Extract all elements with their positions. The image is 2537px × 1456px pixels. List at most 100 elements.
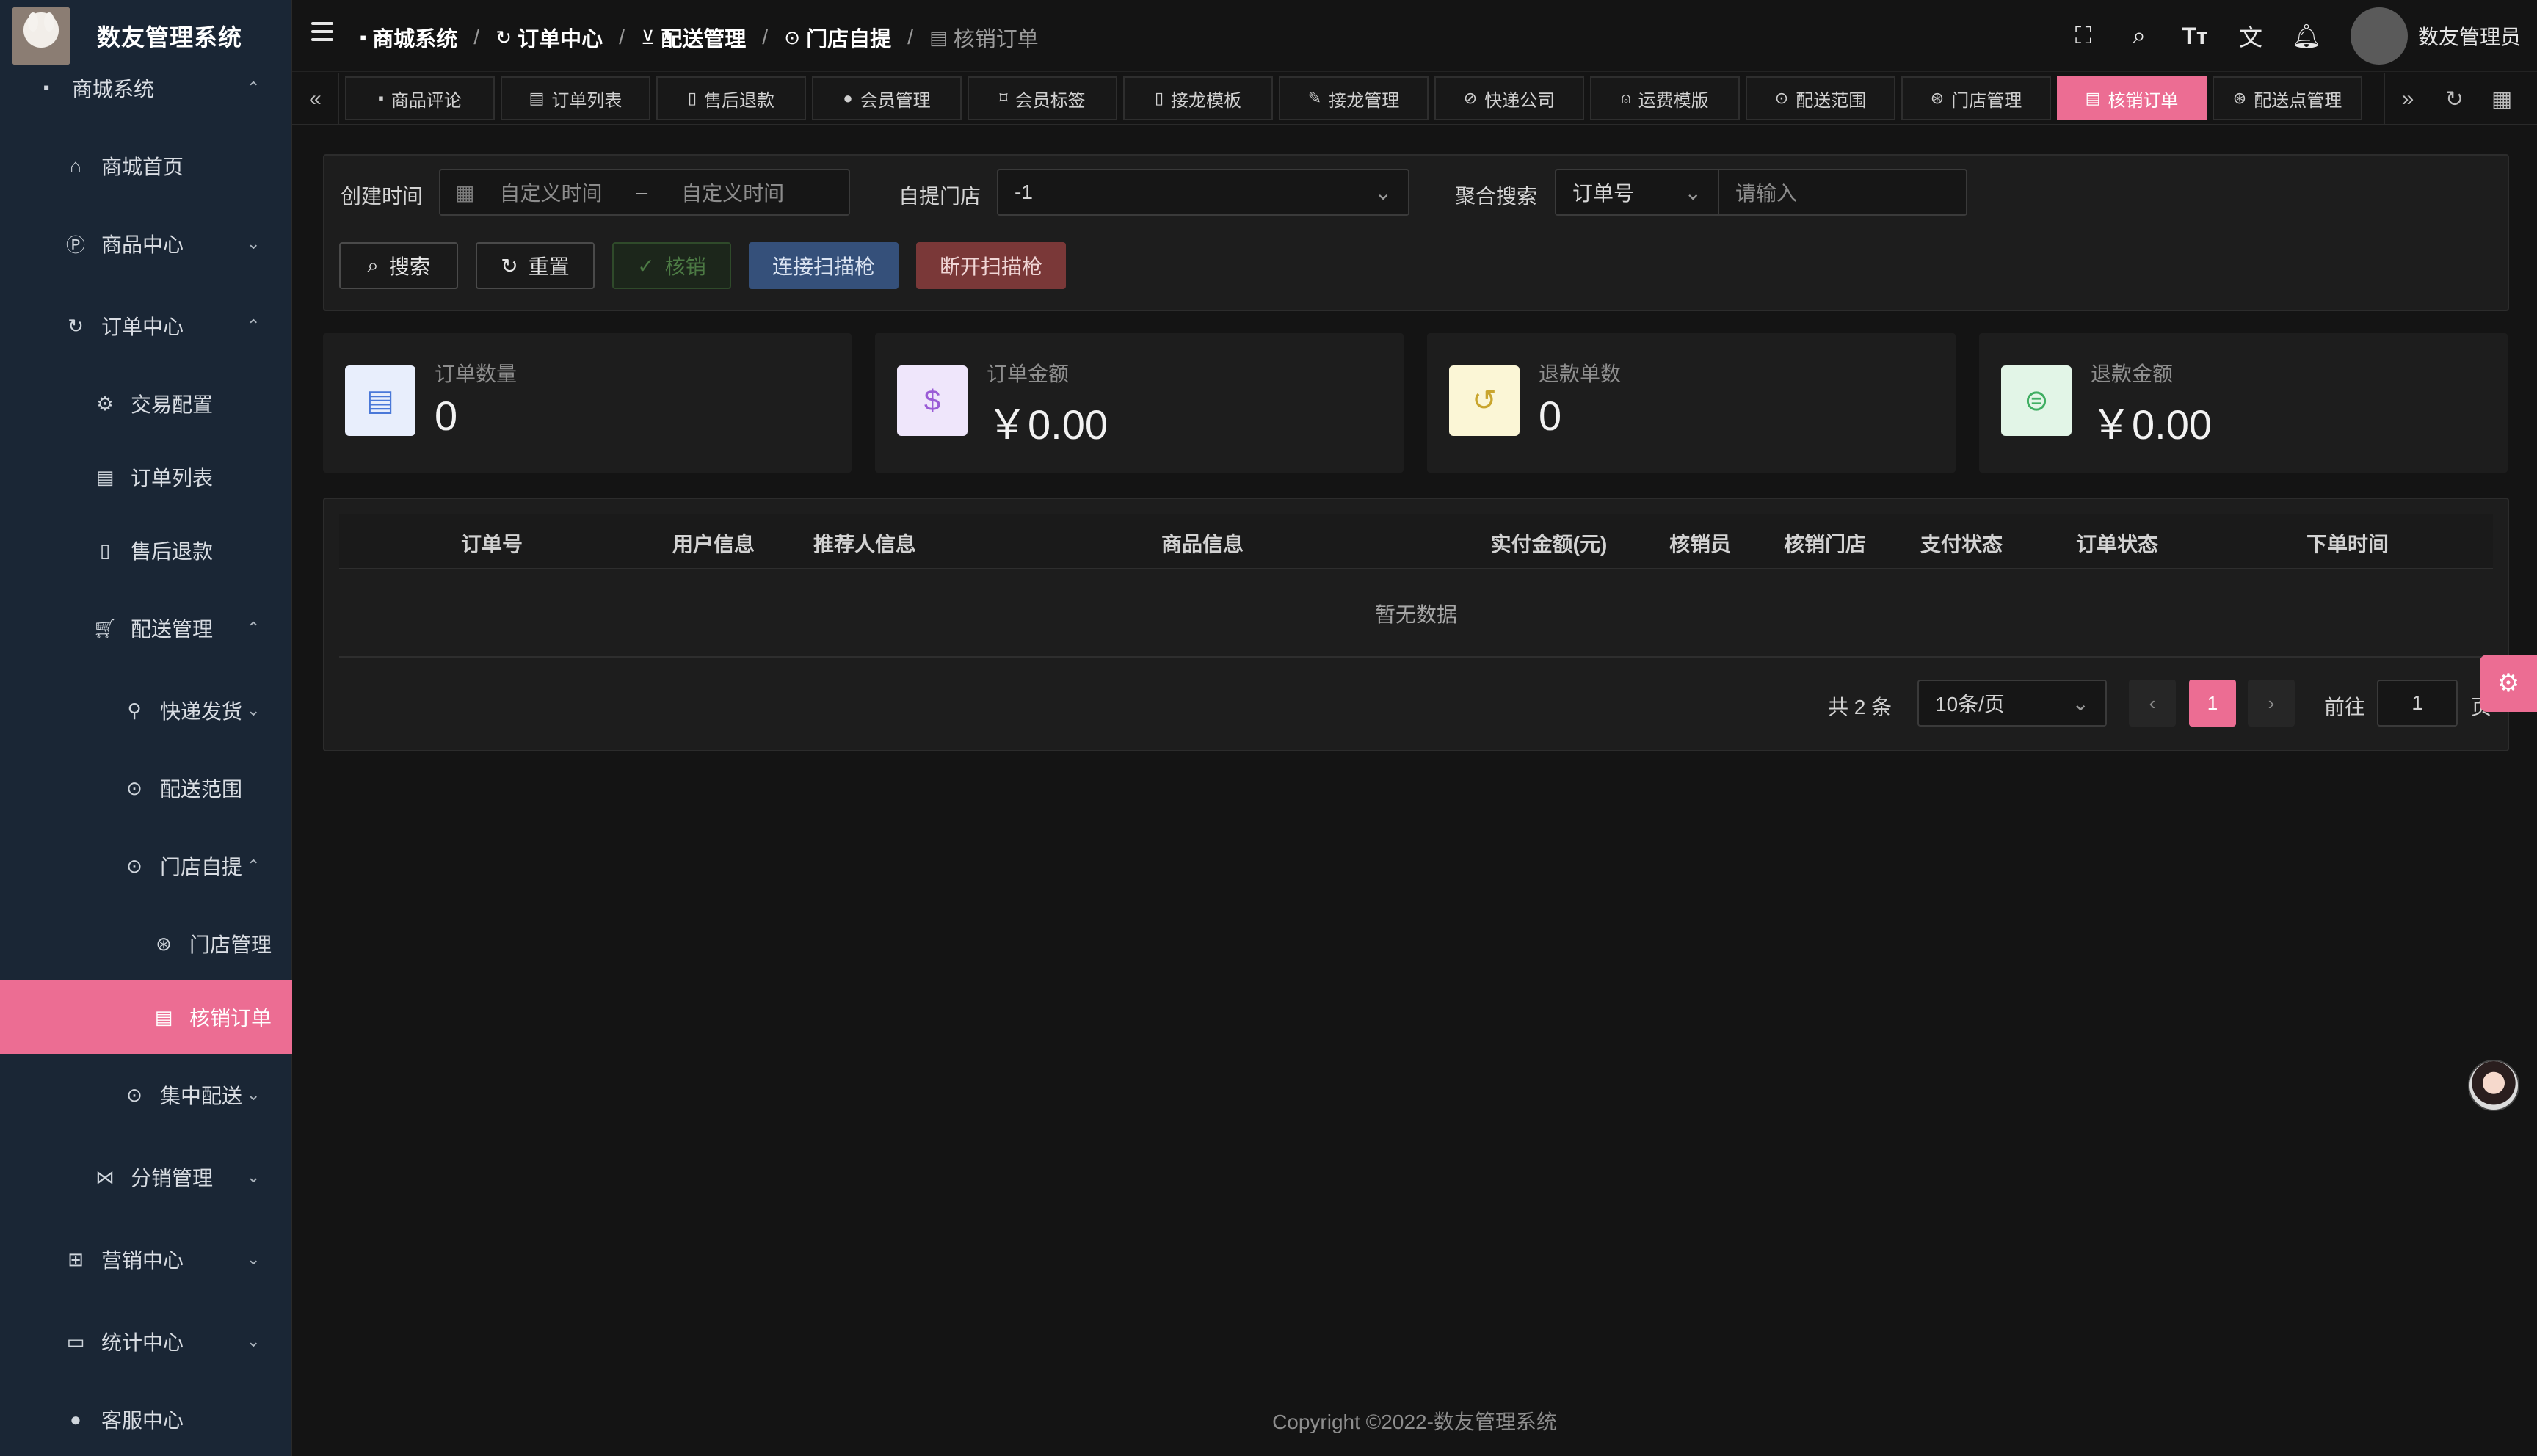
tab-label: 核销订单 — [2108, 90, 2179, 111]
connect-scanner-button[interactable]: 连接扫描枪 — [749, 242, 899, 289]
breadcrumb-current: ▤ 核销订单 — [929, 22, 1039, 53]
sidebar-item-store-pickup[interactable]: ⊙ 门店自提 ⌃ — [0, 844, 292, 888]
prev-page-button[interactable]: ‹ — [2129, 680, 2176, 727]
sidebar-item-statistics[interactable]: ▭ 统计中心 ⌄ — [0, 1320, 292, 1364]
sidebar-item-label: 统计中心 — [101, 1331, 184, 1354]
tab-product-review[interactable]: ▪ 商品评论 — [345, 76, 495, 120]
sidebar-item-delivery-range[interactable]: ⊙ 配送范围 — [0, 766, 292, 810]
sidebar-item-store-manage[interactable]: ⊛ 门店管理 — [0, 922, 292, 966]
breadcrumb-item[interactable]: ⊻ 配送管理 — [641, 22, 746, 53]
font-size-icon[interactable]: Tт — [2167, 23, 2223, 50]
avatar[interactable] — [2350, 7, 2408, 65]
sidebar-item-mall-system[interactable]: ▪ 商城系统 ⌃ — [0, 66, 292, 110]
brand: 数友管理系统 — [0, 0, 291, 72]
sidebar-item-label: 商城首页 — [101, 156, 184, 178]
tab-delivery-point[interactable]: ⊛ 配送点管理 — [2213, 76, 2362, 120]
document-icon: ▯ — [1154, 89, 1164, 107]
sidebar-item-marketing[interactable]: ⊞ 营销中心 ⌄ — [0, 1237, 292, 1281]
search-input[interactable]: 请输入 — [1718, 169, 1967, 216]
sidebar-item-distribution[interactable]: ⋈ 分销管理 ⌄ — [0, 1155, 292, 1199]
tab-member-tag[interactable]: ⌑ 会员标签 — [968, 76, 1117, 120]
search-button[interactable]: ⌕ 搜索 — [339, 242, 458, 289]
tab-order-list[interactable]: ▤ 订单列表 — [501, 76, 650, 120]
table-header: 订单号 用户信息 推荐人信息 商品信息 实付金额(元) 核销员 核销门店 支付状… — [339, 514, 2493, 569]
assistant-avatar[interactable] — [2468, 1060, 2519, 1111]
verify-button[interactable]: ✓ 核销 — [612, 242, 731, 289]
date-range-picker[interactable]: ▦ 自定义时间 – 自定义时间 — [439, 169, 850, 216]
button-label: 重置 — [528, 255, 570, 278]
chevron-down-icon: ⌄ — [247, 1332, 261, 1350]
breadcrumb-item[interactable]: ↻ 订单中心 — [496, 22, 603, 53]
sidebar-item-order-list[interactable]: ▤ 订单列表 — [0, 455, 292, 499]
store-select[interactable]: -1 ⌄ — [997, 169, 1409, 216]
stat-label: 订单数量 — [435, 363, 518, 385]
filter-panel: 创建时间 ▦ 自定义时间 – 自定义时间 自提门店 -1 ⌄ 聚合搜索 订单号 … — [323, 154, 2509, 311]
sidebar-item-verify-order[interactable]: ▤ 核销订单 — [0, 980, 292, 1054]
username[interactable]: 数友管理员 — [2418, 21, 2521, 51]
header-tools: ⛶ ⌕ Tт 文 🔔︎ 数友管理员 — [2055, 0, 2537, 72]
clipboard-icon: ▤ — [345, 365, 415, 436]
breadcrumb-item[interactable]: ⊙ 门店自提 — [784, 22, 891, 53]
settings-gear-icon[interactable]: ⚙ — [2480, 655, 2537, 712]
tab-label: 订单列表 — [551, 90, 623, 111]
goto-page-input[interactable]: 1 — [2377, 680, 2458, 727]
chevron-up-icon: ⌃ — [247, 316, 261, 335]
sidebar-item-express[interactable]: ⚲ 快递发货 ⌄ — [0, 688, 292, 732]
sidebar-item-central-delivery[interactable]: ⊙ 集中配送 ⌄ — [0, 1073, 292, 1117]
refund-doc-icon: ↺ — [1449, 365, 1520, 436]
logo — [12, 7, 70, 65]
translate-icon[interactable]: 文 — [2223, 19, 2279, 53]
menu-toggle-icon[interactable] — [311, 22, 333, 43]
tab-label: 运费模版 — [1638, 90, 1709, 111]
tab-label: 配送范围 — [1796, 90, 1867, 111]
disconnect-scanner-button[interactable]: 断开扫描枪 — [916, 242, 1066, 289]
page-number-button[interactable]: 1 — [2189, 680, 2236, 727]
sidebar-item-delivery-manage[interactable]: 🛒︎ 配送管理 ⌃ — [0, 606, 292, 650]
clipboard-icon: ▤ — [154, 1005, 173, 1028]
grid-icon[interactable]: ▦ — [2478, 73, 2525, 125]
search-type-select[interactable]: 订单号 ⌄ — [1555, 169, 1719, 216]
tab-label: 配送点管理 — [2254, 90, 2342, 111]
sidebar-item-trade-config[interactable]: ⚙ 交易配置 — [0, 382, 292, 426]
column-header: 支付状态 — [1920, 533, 2003, 556]
fullscreen-icon[interactable]: ⛶ — [2055, 22, 2111, 50]
bell-icon[interactable]: 🔔︎ — [2279, 22, 2334, 50]
start-date-input[interactable]: 自定义时间 — [499, 178, 602, 207]
bookmark-icon: ⌑ — [999, 89, 1008, 107]
tab-label: 门店管理 — [1951, 90, 2022, 111]
pagination-total: 共 2 条 — [1828, 696, 1892, 718]
reset-button[interactable]: ↻ 重置 — [476, 242, 595, 289]
cart-icon: ⊻ — [641, 26, 656, 48]
tabs-scroll-left-icon[interactable]: « — [292, 73, 339, 125]
breadcrumb-item[interactable]: ▪ 商城系统 — [360, 22, 457, 53]
sidebar-item-after-sale[interactable]: ▯ 售后退款 — [0, 528, 292, 572]
tab-delivery-range[interactable]: ⊙ 配送范围 — [1746, 76, 1895, 120]
page-size-select[interactable]: 10条/页 ⌄ — [1917, 680, 2107, 727]
button-label: 断开扫描枪 — [939, 255, 1042, 278]
tab-label: 快递公司 — [1484, 90, 1556, 111]
tab-verify-order[interactable]: ▤ 核销订单 — [2057, 76, 2207, 120]
sidebar-item-product-center[interactable]: Ⓟ 商品中心 ⌄ — [0, 222, 292, 266]
tab-member-manage[interactable]: ● 会员管理 — [812, 76, 962, 120]
tab-relay-template[interactable]: ▯ 接龙模板 — [1123, 76, 1273, 120]
tab-relay-manage[interactable]: ✎ 接龙管理 — [1279, 76, 1429, 120]
sidebar-item-customer-service[interactable]: ● 客服中心 — [0, 1397, 292, 1441]
sidebar-item-label: 门店自提 — [160, 856, 243, 878]
tab-express-company[interactable]: ⊘ 快递公司 — [1434, 76, 1584, 120]
tab-after-sale[interactable]: ▯ 售后退款 — [656, 76, 806, 120]
tab-freight-template[interactable]: ⍝ 运费模版 — [1590, 76, 1740, 120]
sidebar-item-order-center[interactable]: ↻ 订单中心 ⌃ — [0, 304, 292, 348]
chevron-down-icon: ⌄ — [247, 1250, 261, 1268]
refund-icon: ▯ — [99, 539, 111, 561]
next-page-button[interactable]: › — [2248, 680, 2295, 727]
end-date-input[interactable]: 自定义时间 — [681, 178, 784, 207]
tabs-scroll-right-icon[interactable]: » — [2384, 73, 2431, 125]
sidebar-item-mall-home[interactable]: ⌂ 商城首页 — [0, 144, 292, 188]
order-icon: ↻ — [68, 314, 84, 337]
refresh-icon: ↻ — [501, 254, 518, 277]
breadcrumb-label: 门店自提 — [806, 28, 892, 51]
tab-store-manage[interactable]: ⊛ 门店管理 — [1901, 76, 2051, 120]
search-icon: ⌕ — [367, 253, 379, 277]
refresh-icon[interactable]: ↻ — [2431, 73, 2478, 125]
search-icon[interactable]: ⌕ — [2111, 22, 2167, 50]
